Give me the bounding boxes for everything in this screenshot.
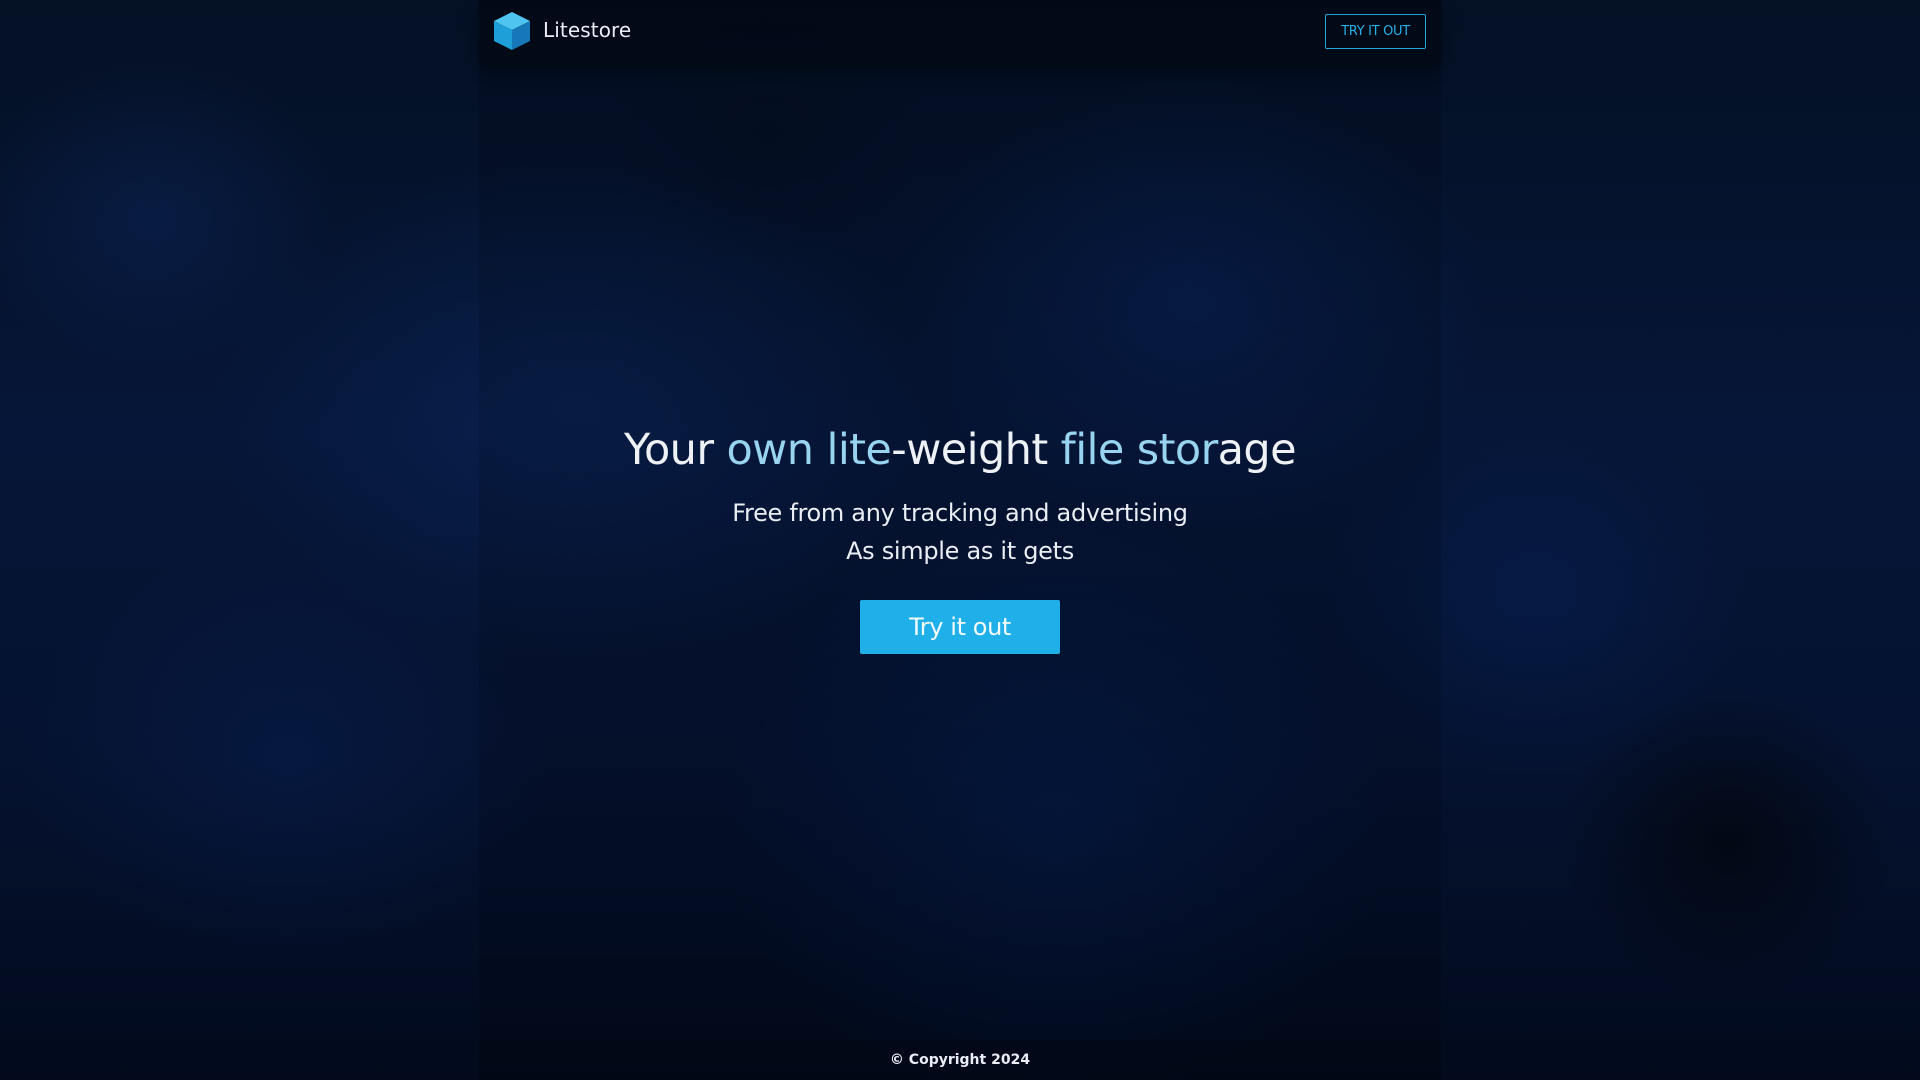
hero-title-part: Your [624, 425, 727, 475]
header-try-it-out-button[interactable]: TRY IT OUT [1325, 14, 1426, 49]
hero-title-highlight: own lite [726, 425, 892, 475]
top-navbar: Litestore TRY IT OUT [479, 0, 1441, 63]
hero-subtitle-line: Free from any tracking and advertising [732, 499, 1188, 527]
hero-subtitle-line: As simple as it gets [846, 537, 1074, 565]
copyright-text: © Copyright 2024 [889, 1052, 1031, 1068]
hero-section: Your own lite-weight file storage Free f… [0, 420, 1920, 654]
footer: © Copyright 2024 [479, 1040, 1441, 1080]
hero-try-it-out-button[interactable]: Try it out [860, 600, 1060, 654]
hero-title: Your own lite-weight file storage [0, 420, 1920, 480]
hero-title-part: -weight [891, 425, 1061, 475]
hero-title-highlight: file stor [1060, 425, 1219, 475]
hero-title-part: age [1217, 425, 1297, 475]
brand-name[interactable]: Litestore [543, 18, 631, 42]
hero-subtitle: Free from any tracking and advertising A… [0, 494, 1920, 570]
cube-icon[interactable] [491, 10, 533, 52]
